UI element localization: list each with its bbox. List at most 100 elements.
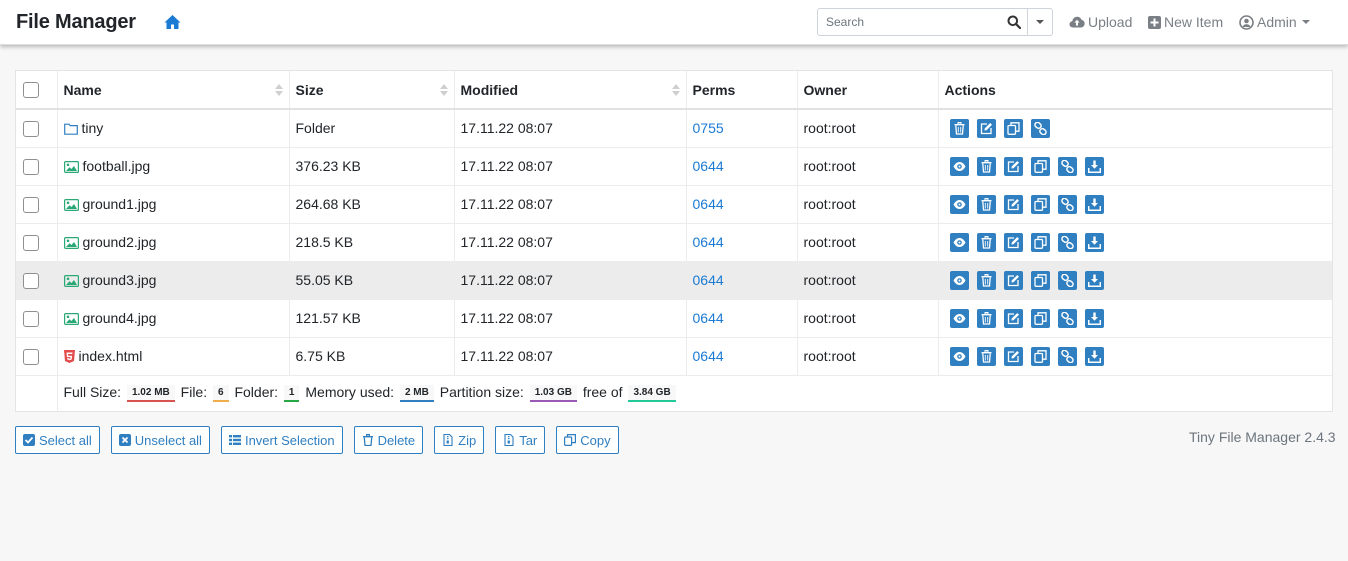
edit-action-button[interactable] — [1003, 270, 1023, 290]
table-row[interactable]: index.html 6.75 KB 17.11.22 08:07 0644 root:… — [16, 336, 1332, 375]
link-action-button[interactable] — [1030, 118, 1050, 138]
row-select-cell — [16, 260, 58, 299]
file-modified: 17.11.22 08:07 — [454, 298, 687, 337]
view-action-button[interactable] — [949, 156, 969, 176]
column-header-size[interactable]: Size — [289, 71, 455, 110]
copy-button[interactable]: Copy — [556, 426, 619, 454]
file-name[interactable]: ground3.jpg — [83, 272, 157, 288]
file-name[interactable]: football.jpg — [83, 158, 151, 174]
row-checkbox[interactable] — [23, 196, 39, 213]
delete-button[interactable]: Delete — [353, 426, 424, 454]
download-action-button[interactable] — [1084, 308, 1104, 328]
trash-action-button[interactable] — [976, 346, 996, 366]
file-perms-link[interactable]: 0644 — [693, 272, 724, 288]
select-all-button[interactable]: Select all — [15, 426, 100, 454]
download-icon — [1087, 160, 1101, 173]
edit-action-button[interactable] — [1003, 194, 1023, 214]
new-item-button[interactable]: New Item — [1148, 14, 1223, 30]
file-perms-link[interactable]: 0755 — [693, 120, 724, 136]
view-action-button[interactable] — [949, 270, 969, 290]
zip-button[interactable]: Zip — [434, 426, 485, 454]
table-row[interactable]: ground1.jpg 264.68 KB 17.11.22 08:07 0644 ro… — [16, 184, 1332, 223]
file-name-cell[interactable]: ground4.jpg — [57, 298, 290, 337]
file-perms-link[interactable]: 0644 — [693, 158, 724, 174]
file-name-cell[interactable]: tiny — [57, 108, 290, 147]
file-name[interactable]: ground2.jpg — [83, 234, 157, 250]
copy-action-button[interactable] — [1030, 194, 1050, 214]
table-row[interactable]: tiny Folder 17.11.22 08:07 0755 root:root — [16, 108, 1332, 147]
link-action-button[interactable] — [1057, 232, 1077, 252]
trash-action-button[interactable] — [976, 156, 996, 176]
table-row[interactable]: ground2.jpg 218.5 KB 17.11.22 08:07 0644 roo… — [16, 222, 1332, 261]
edit-action-button[interactable] — [1003, 232, 1023, 252]
column-header-name[interactable]: Name — [57, 71, 290, 110]
row-checkbox[interactable] — [23, 272, 39, 289]
link-action-button[interactable] — [1057, 194, 1077, 214]
edit-action-button[interactable] — [1003, 156, 1023, 176]
download-action-button[interactable] — [1084, 232, 1104, 252]
invert-selection-button[interactable]: Invert Selection — [220, 426, 343, 454]
unselect-all-button[interactable]: Unselect all — [110, 426, 210, 454]
row-checkbox[interactable] — [23, 348, 39, 365]
search-button[interactable] — [1001, 9, 1027, 35]
row-checkbox[interactable] — [23, 310, 39, 327]
file-perms-link[interactable]: 0644 — [693, 196, 724, 212]
file-perms-link[interactable]: 0644 — [693, 348, 724, 364]
row-checkbox[interactable] — [23, 234, 39, 251]
trash-action-button[interactable] — [976, 232, 996, 252]
view-action-button[interactable] — [949, 308, 969, 328]
app-title[interactable]: File Manager — [16, 11, 136, 34]
download-action-button[interactable] — [1084, 194, 1104, 214]
link-action-button[interactable] — [1057, 270, 1077, 290]
file-name-cell[interactable]: ground2.jpg — [57, 222, 290, 261]
admin-menu[interactable]: Admin — [1239, 14, 1310, 30]
search-input[interactable] — [818, 9, 1001, 35]
copy-action-button[interactable] — [1003, 118, 1023, 138]
file-perms-link[interactable]: 0644 — [693, 310, 724, 326]
file-name-cell[interactable]: index.html — [57, 336, 290, 375]
file-name[interactable]: tiny — [82, 120, 104, 136]
upload-button[interactable]: Upload — [1069, 14, 1132, 30]
edit-action-button[interactable] — [976, 118, 996, 138]
link-action-button[interactable] — [1057, 346, 1077, 366]
edit-action-button[interactable] — [1003, 308, 1023, 328]
trash-action-button[interactable] — [976, 194, 996, 214]
table-header-row: Name Size Modified Perms Owner Actions — [16, 71, 1332, 110]
row-checkbox[interactable] — [23, 158, 39, 175]
file-name-cell[interactable]: football.jpg — [57, 146, 290, 185]
table-row[interactable]: ground4.jpg 121.57 KB 17.11.22 08:07 0644 ro… — [16, 298, 1332, 337]
file-name[interactable]: ground4.jpg — [83, 310, 157, 326]
copy-action-button[interactable] — [1030, 346, 1050, 366]
copy-action-button[interactable] — [1030, 156, 1050, 176]
trash-action-button[interactable] — [976, 308, 996, 328]
table-row[interactable]: ground3.jpg 55.05 KB 17.11.22 08:07 0644 roo… — [16, 260, 1332, 299]
table-row[interactable]: football.jpg 376.23 KB 17.11.22 08:07 0644 r… — [16, 146, 1332, 185]
copy-action-button[interactable] — [1030, 270, 1050, 290]
view-action-button[interactable] — [949, 232, 969, 252]
select-all-checkbox[interactable] — [23, 82, 39, 99]
edit-action-button[interactable] — [1003, 346, 1023, 366]
view-action-button[interactable] — [949, 346, 969, 366]
file-name-cell[interactable]: ground3.jpg — [57, 260, 290, 299]
link-action-button[interactable] — [1057, 308, 1077, 328]
download-action-button[interactable] — [1084, 156, 1104, 176]
copy-action-button[interactable] — [1030, 308, 1050, 328]
copy-action-button[interactable] — [1030, 232, 1050, 252]
file-perms-link[interactable]: 0644 — [693, 234, 724, 250]
row-checkbox[interactable] — [23, 120, 39, 137]
file-size: 6.75 KB — [289, 336, 455, 375]
trash-action-button[interactable] — [949, 118, 969, 138]
file-name[interactable]: index.html — [79, 348, 143, 364]
link-icon — [1060, 349, 1074, 363]
download-action-button[interactable] — [1084, 346, 1104, 366]
search-options-dropdown[interactable] — [1027, 9, 1052, 35]
view-action-button[interactable] — [949, 194, 969, 214]
file-name[interactable]: ground1.jpg — [83, 196, 157, 212]
tar-button[interactable]: Tar — [495, 426, 546, 454]
trash-action-button[interactable] — [976, 270, 996, 290]
home-icon[interactable] — [164, 14, 181, 30]
download-action-button[interactable] — [1084, 270, 1104, 290]
file-name-cell[interactable]: ground1.jpg — [57, 184, 290, 223]
link-action-button[interactable] — [1057, 156, 1077, 176]
column-header-modified[interactable]: Modified — [454, 71, 687, 110]
